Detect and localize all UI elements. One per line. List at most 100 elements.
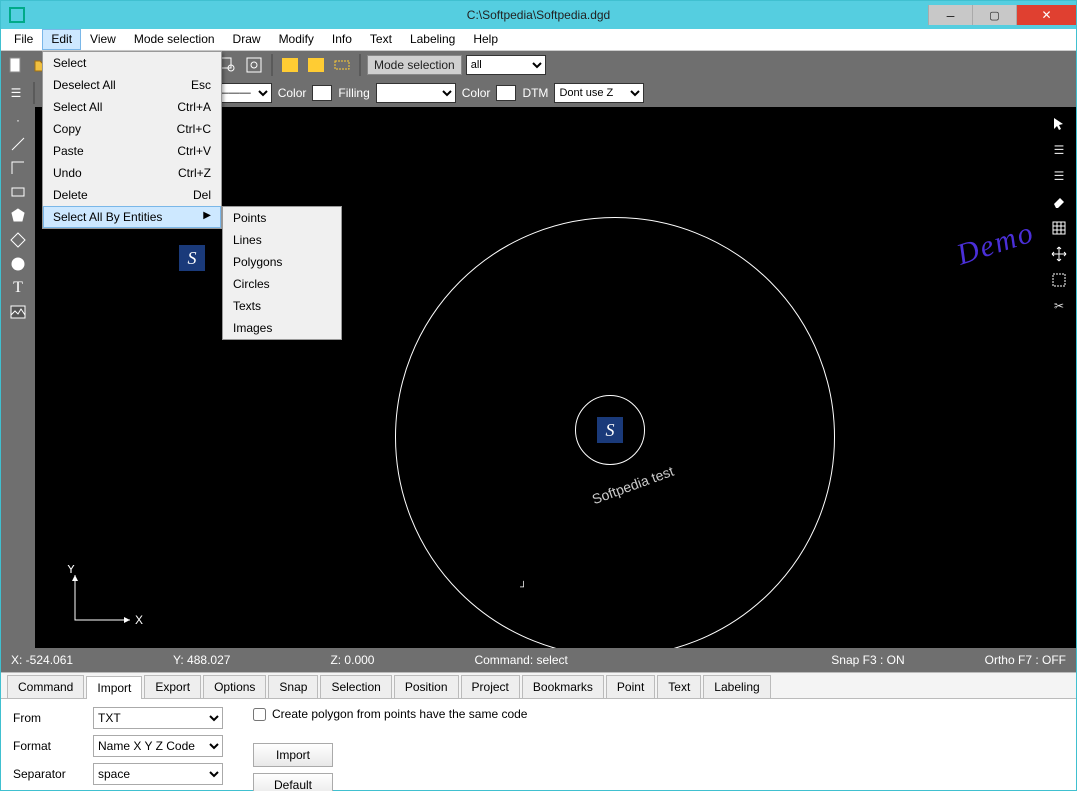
tab-bookmarks[interactable]: Bookmarks — [522, 675, 604, 698]
entities-texts[interactable]: Texts — [223, 295, 341, 317]
entities-polygons[interactable]: Polygons — [223, 251, 341, 273]
status-y: Y: 488.027 — [173, 653, 230, 667]
tab-point[interactable]: Point — [606, 675, 655, 698]
menu-file[interactable]: File — [5, 29, 42, 50]
status-snap: Snap F3 : ON — [831, 653, 904, 667]
bottom-panel: Command Import Export Options Snap Selec… — [1, 672, 1076, 790]
default-button[interactable]: Default — [253, 773, 333, 791]
menu-draw[interactable]: Draw — [224, 29, 270, 50]
edit-deselect-all[interactable]: Deselect AllEsc — [43, 74, 221, 96]
menu-labeling[interactable]: Labeling — [401, 29, 464, 50]
tab-position[interactable]: Position — [394, 675, 459, 698]
menu-modify[interactable]: Modify — [270, 29, 323, 50]
window-title: C:\Softpedia\Softpedia.dgd — [467, 8, 610, 22]
from-label: From — [13, 711, 83, 725]
filling-label: Filling — [338, 86, 369, 100]
mode-selection-label: Mode selection — [367, 55, 462, 75]
menu-view[interactable]: View — [81, 29, 125, 50]
polyline-tool-icon[interactable] — [7, 157, 29, 179]
tab-project[interactable]: Project — [461, 675, 520, 698]
import-options: Create polygon from points have the same… — [253, 707, 527, 791]
from-select[interactable]: TXT — [93, 707, 223, 729]
move-icon[interactable] — [1048, 243, 1070, 265]
close-button[interactable] — [1016, 5, 1076, 25]
cursor-icon[interactable] — [1048, 113, 1070, 135]
edit-select[interactable]: Select — [43, 52, 221, 74]
menu-mode-selection[interactable]: Mode selection — [125, 29, 224, 50]
separator — [33, 82, 35, 104]
color-label: Color — [278, 86, 307, 100]
tab-snap[interactable]: Snap — [268, 675, 318, 698]
separator — [359, 54, 361, 76]
ruler2-icon[interactable] — [305, 54, 327, 76]
edit-select-all-by-entities[interactable]: Select All By Entities▶ — [43, 206, 221, 228]
app-icon — [9, 7, 25, 23]
format-select[interactable]: Name X Y Z Code — [93, 735, 223, 757]
edit-select-all[interactable]: Select AllCtrl+A — [43, 96, 221, 118]
corner-marker: ┘ — [520, 582, 527, 593]
separator — [271, 54, 273, 76]
tab-options[interactable]: Options — [203, 675, 266, 698]
ruler3-icon[interactable] — [331, 54, 353, 76]
statusbar: X: -524.061 Y: 488.027 Z: 0.000 Command:… — [1, 648, 1076, 672]
filling-select[interactable] — [376, 83, 456, 103]
grid-icon[interactable] — [1048, 217, 1070, 239]
edit-delete[interactable]: DeleteDel — [43, 184, 221, 206]
import-form: From TXT Format Name X Y Z Code Separato… — [13, 707, 223, 785]
color-swatch[interactable] — [312, 85, 332, 101]
entities-points[interactable]: Points — [223, 207, 341, 229]
color2-swatch[interactable] — [496, 85, 516, 101]
entities-lines[interactable]: Lines — [223, 229, 341, 251]
mode-selection-select[interactable]: all — [466, 55, 546, 75]
logo-badge-small: S — [179, 245, 205, 271]
stack-icon[interactable]: ☰ — [1048, 165, 1070, 187]
separator-label: Separator — [13, 767, 83, 781]
create-polygon-checkbox[interactable] — [253, 708, 266, 721]
list-icon[interactable]: ☰ — [5, 82, 27, 104]
edit-copy[interactable]: CopyCtrl+C — [43, 118, 221, 140]
layers-icon[interactable]: ☰ — [1048, 139, 1070, 161]
eraser-icon[interactable] — [1048, 191, 1070, 213]
edit-paste[interactable]: PasteCtrl+V — [43, 140, 221, 162]
edit-dropdown: Select Deselect AllEsc Select AllCtrl+A … — [42, 51, 222, 229]
menu-help[interactable]: Help — [464, 29, 507, 50]
ruler1-icon[interactable] — [279, 54, 301, 76]
maximize-button[interactable] — [972, 5, 1016, 25]
diamond-tool-icon[interactable] — [7, 229, 29, 251]
entities-circles[interactable]: Circles — [223, 273, 341, 295]
menu-text[interactable]: Text — [361, 29, 401, 50]
edit-undo[interactable]: UndoCtrl+Z — [43, 162, 221, 184]
minimize-button[interactable] — [928, 5, 972, 25]
image-tool-icon[interactable] — [7, 301, 29, 323]
rectangle-tool-icon[interactable] — [7, 181, 29, 203]
circle-tool-icon[interactable] — [7, 253, 29, 275]
menu-edit[interactable]: Edit — [42, 29, 81, 50]
tab-import[interactable]: Import — [86, 676, 142, 699]
svg-text:X: X — [135, 613, 143, 627]
rect-select-icon[interactable] — [1048, 269, 1070, 291]
new-file-icon[interactable] — [5, 54, 27, 76]
tab-labeling[interactable]: Labeling — [703, 675, 770, 698]
menu-info[interactable]: Info — [323, 29, 361, 50]
tab-export[interactable]: Export — [144, 675, 201, 698]
tab-command[interactable]: Command — [7, 675, 84, 698]
import-button[interactable]: Import — [253, 743, 333, 767]
line-tool-icon[interactable] — [7, 133, 29, 155]
status-z: Z: 0.000 — [330, 653, 374, 667]
tab-text[interactable]: Text — [657, 675, 701, 698]
left-toolbar: · T — [1, 107, 35, 648]
tab-selection[interactable]: Selection — [320, 675, 391, 698]
scissors-icon[interactable]: ✂ — [1048, 295, 1070, 317]
point-tool-icon[interactable]: · — [7, 109, 29, 131]
polygon-tool-icon[interactable] — [7, 205, 29, 227]
status-x: X: -524.061 — [11, 653, 73, 667]
color2-label: Color — [462, 86, 491, 100]
small-circle-entity: S — [575, 395, 645, 465]
zoom-extents-icon[interactable] — [243, 54, 265, 76]
entities-images[interactable]: Images — [223, 317, 341, 339]
window-controls — [928, 5, 1076, 25]
separator-select[interactable]: space — [93, 763, 223, 785]
app-window: C:\Softpedia\Softpedia.dgd File Edit Vie… — [0, 0, 1077, 791]
dtm-select[interactable]: Dont use Z — [554, 83, 644, 103]
text-tool-icon[interactable]: T — [7, 277, 29, 299]
